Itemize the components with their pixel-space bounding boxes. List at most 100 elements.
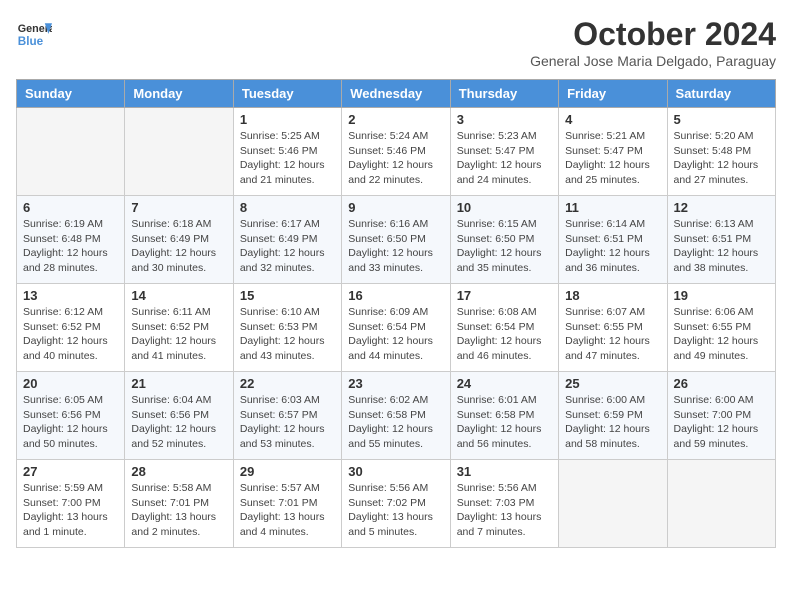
calendar-cell: 11 Sunrise: 6:14 AM Sunset: 6:51 PM Dayli… — [559, 196, 667, 284]
day-number: 26 — [674, 376, 769, 391]
calendar-cell: 9Sunrise: 6:16 AM Sunset: 6:50 PM Daylig… — [342, 196, 450, 284]
day-info: Sunrise: 5:25 AM Sunset: 5:46 PM Dayligh… — [240, 129, 335, 188]
calendar-cell: 21 Sunrise: 6:04 AM Sunset: 6:56 PM Dayli… — [125, 372, 233, 460]
svg-text:Blue: Blue — [18, 35, 44, 48]
day-info: Sunrise: 5:24 AM Sunset: 5:46 PM Dayligh… — [348, 129, 443, 188]
calendar-cell — [17, 108, 125, 196]
day-number: 16 — [348, 288, 443, 303]
day-info: Sunrise: 6:00 AM Sunset: 7:00 PM Dayligh… — [674, 393, 769, 452]
day-info: Sunrise: 6:04 AM Sunset: 6:56 PM Dayligh… — [131, 393, 226, 452]
col-header-friday: Friday — [559, 80, 667, 108]
col-header-thursday: Thursday — [450, 80, 558, 108]
day-number: 13 — [23, 288, 118, 303]
day-info: Sunrise: 6:11 AM Sunset: 6:52 PM Dayligh… — [131, 305, 226, 364]
day-info: Sunrise: 6:16 AM Sunset: 6:50 PM Dayligh… — [348, 217, 443, 276]
day-number: 29 — [240, 464, 335, 479]
calendar-cell: 15 Sunrise: 6:10 AM Sunset: 6:53 PM Dayli… — [233, 284, 341, 372]
col-header-tuesday: Tuesday — [233, 80, 341, 108]
day-info: Sunrise: 5:20 AM Sunset: 5:48 PM Dayligh… — [674, 129, 769, 188]
day-number: 11 — [565, 200, 660, 215]
calendar-cell: 23 Sunrise: 6:02 AM Sunset: 6:58 PM Dayli… — [342, 372, 450, 460]
calendar-cell: 2Sunrise: 5:24 AM Sunset: 5:46 PM Daylig… — [342, 108, 450, 196]
calendar-cell: 19 Sunrise: 6:06 AM Sunset: 6:55 PM Dayli… — [667, 284, 775, 372]
location-subtitle: General Jose Maria Delgado, Paraguay — [530, 53, 776, 69]
day-number: 14 — [131, 288, 226, 303]
calendar-cell — [559, 460, 667, 548]
day-info: Sunrise: 5:57 AM Sunset: 7:01 PM Dayligh… — [240, 481, 335, 540]
day-number: 22 — [240, 376, 335, 391]
day-number: 10 — [457, 200, 552, 215]
day-info: Sunrise: 6:03 AM Sunset: 6:57 PM Dayligh… — [240, 393, 335, 452]
day-number: 18 — [565, 288, 660, 303]
day-info: Sunrise: 5:58 AM Sunset: 7:01 PM Dayligh… — [131, 481, 226, 540]
col-header-sunday: Sunday — [17, 80, 125, 108]
day-info: Sunrise: 6:07 AM Sunset: 6:55 PM Dayligh… — [565, 305, 660, 364]
day-number: 4 — [565, 112, 660, 127]
day-number: 6 — [23, 200, 118, 215]
day-number: 31 — [457, 464, 552, 479]
day-info: Sunrise: 6:13 AM Sunset: 6:51 PM Dayligh… — [674, 217, 769, 276]
day-number: 1 — [240, 112, 335, 127]
calendar-cell: 30 Sunrise: 5:56 AM Sunset: 7:02 PM Dayli… — [342, 460, 450, 548]
calendar-cell: 1 Sunrise: 5:25 AM Sunset: 5:46 PM Daylig… — [233, 108, 341, 196]
page-header: General Blue October 2024 General Jose M… — [16, 16, 776, 69]
calendar-cell: 26 Sunrise: 6:00 AM Sunset: 7:00 PM Dayli… — [667, 372, 775, 460]
title-block: October 2024 General Jose Maria Delgado,… — [530, 16, 776, 69]
day-number: 28 — [131, 464, 226, 479]
day-number: 5 — [674, 112, 769, 127]
calendar-cell: 28 Sunrise: 5:58 AM Sunset: 7:01 PM Dayli… — [125, 460, 233, 548]
day-number: 7 — [131, 200, 226, 215]
day-number: 24 — [457, 376, 552, 391]
calendar-cell: 10Sunrise: 6:15 AM Sunset: 6:50 PM Dayli… — [450, 196, 558, 284]
calendar-cell — [125, 108, 233, 196]
day-info: Sunrise: 6:17 AM Sunset: 6:49 PM Dayligh… — [240, 217, 335, 276]
day-info: Sunrise: 5:56 AM Sunset: 7:03 PM Dayligh… — [457, 481, 552, 540]
day-info: Sunrise: 6:12 AM Sunset: 6:52 PM Dayligh… — [23, 305, 118, 364]
day-number: 23 — [348, 376, 443, 391]
day-info: Sunrise: 6:19 AM Sunset: 6:48 PM Dayligh… — [23, 217, 118, 276]
logo-icon: General Blue — [16, 16, 52, 52]
calendar-cell: 4 Sunrise: 5:21 AM Sunset: 5:47 PM Daylig… — [559, 108, 667, 196]
day-number: 15 — [240, 288, 335, 303]
day-number: 25 — [565, 376, 660, 391]
day-info: Sunrise: 6:10 AM Sunset: 6:53 PM Dayligh… — [240, 305, 335, 364]
calendar-cell — [667, 460, 775, 548]
day-number: 17 — [457, 288, 552, 303]
day-number: 30 — [348, 464, 443, 479]
calendar-week-row: 27Sunrise: 5:59 AM Sunset: 7:00 PM Dayli… — [17, 460, 776, 548]
calendar-week-row: 13 Sunrise: 6:12 AM Sunset: 6:52 PM Dayli… — [17, 284, 776, 372]
day-info: Sunrise: 5:56 AM Sunset: 7:02 PM Dayligh… — [348, 481, 443, 540]
calendar-cell: 25 Sunrise: 6:00 AM Sunset: 6:59 PM Dayli… — [559, 372, 667, 460]
day-number: 27 — [23, 464, 118, 479]
day-number: 20 — [23, 376, 118, 391]
day-info: Sunrise: 6:00 AM Sunset: 6:59 PM Dayligh… — [565, 393, 660, 452]
day-number: 3 — [457, 112, 552, 127]
day-info: Sunrise: 6:06 AM Sunset: 6:55 PM Dayligh… — [674, 305, 769, 364]
calendar-cell: 24 Sunrise: 6:01 AM Sunset: 6:58 PM Dayli… — [450, 372, 558, 460]
col-header-monday: Monday — [125, 80, 233, 108]
day-info: Sunrise: 6:08 AM Sunset: 6:54 PM Dayligh… — [457, 305, 552, 364]
day-info: Sunrise: 6:09 AM Sunset: 6:54 PM Dayligh… — [348, 305, 443, 364]
day-info: Sunrise: 6:02 AM Sunset: 6:58 PM Dayligh… — [348, 393, 443, 452]
col-header-wednesday: Wednesday — [342, 80, 450, 108]
calendar-week-row: 20Sunrise: 6:05 AM Sunset: 6:56 PM Dayli… — [17, 372, 776, 460]
day-info: Sunrise: 5:21 AM Sunset: 5:47 PM Dayligh… — [565, 129, 660, 188]
calendar-cell: 20Sunrise: 6:05 AM Sunset: 6:56 PM Dayli… — [17, 372, 125, 460]
month-title: October 2024 — [530, 16, 776, 53]
day-number: 21 — [131, 376, 226, 391]
calendar-header-row: SundayMondayTuesdayWednesdayThursdayFrid… — [17, 80, 776, 108]
calendar-cell: 29 Sunrise: 5:57 AM Sunset: 7:01 PM Dayli… — [233, 460, 341, 548]
calendar-cell: 16 Sunrise: 6:09 AM Sunset: 6:54 PM Dayli… — [342, 284, 450, 372]
calendar-cell: 7Sunrise: 6:18 AM Sunset: 6:49 PM Daylig… — [125, 196, 233, 284]
day-info: Sunrise: 6:14 AM Sunset: 6:51 PM Dayligh… — [565, 217, 660, 276]
day-number: 8 — [240, 200, 335, 215]
day-info: Sunrise: 6:01 AM Sunset: 6:58 PM Dayligh… — [457, 393, 552, 452]
calendar-cell: 17 Sunrise: 6:08 AM Sunset: 6:54 PM Dayli… — [450, 284, 558, 372]
calendar-cell: 3Sunrise: 5:23 AM Sunset: 5:47 PM Daylig… — [450, 108, 558, 196]
calendar-cell: 6 Sunrise: 6:19 AM Sunset: 6:48 PM Daylig… — [17, 196, 125, 284]
calendar-cell: 27Sunrise: 5:59 AM Sunset: 7:00 PM Dayli… — [17, 460, 125, 548]
calendar-cell: 22 Sunrise: 6:03 AM Sunset: 6:57 PM Dayli… — [233, 372, 341, 460]
calendar-week-row: 6 Sunrise: 6:19 AM Sunset: 6:48 PM Daylig… — [17, 196, 776, 284]
day-number: 19 — [674, 288, 769, 303]
calendar-cell: 18 Sunrise: 6:07 AM Sunset: 6:55 PM Dayli… — [559, 284, 667, 372]
